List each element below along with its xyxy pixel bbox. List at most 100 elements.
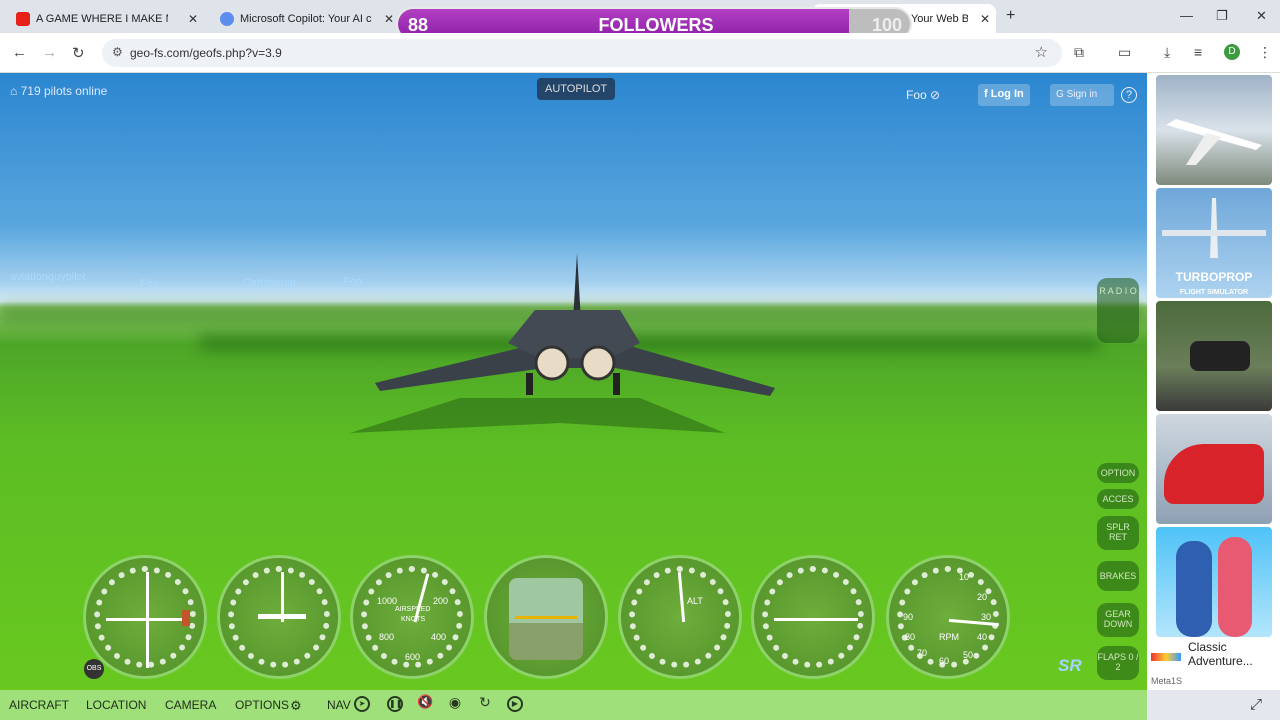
url-text: geo-fs.com/geofs.php?v=3.9	[130, 46, 282, 60]
back-icon[interactable]: ←	[12, 44, 27, 61]
tab-title: A GAME WHERE I MAKE MY	[36, 12, 168, 25]
bottom-toolbar: AIRCRAFT LOCATION CAMERA OPTIONS ⚙ NAV ➤…	[0, 690, 1147, 720]
rpm-tick: 40	[977, 632, 988, 642]
flaps-button[interactable]: FLAPS 0 / 2	[1097, 646, 1139, 680]
gear-icon[interactable]: ⚙	[290, 698, 302, 714]
ad-game-title[interactable]: Classic Adventure...	[1188, 640, 1280, 668]
close-tab-icon[interactable]: ✕	[980, 12, 990, 26]
jet-gear	[613, 373, 620, 395]
pause-icon[interactable]: ❚❚	[387, 696, 403, 712]
rpm-tick: 20	[977, 592, 988, 602]
car-image	[1190, 341, 1250, 371]
rpm-tick: 70	[917, 648, 928, 658]
home-icon[interactable]: ⌂	[10, 84, 17, 98]
foo-text: Foo	[906, 88, 927, 102]
brakes-button[interactable]: BRAKES	[1097, 561, 1139, 591]
compass-marker	[182, 610, 190, 626]
copilot-icon	[220, 11, 234, 26]
attitude-horizon	[509, 578, 583, 660]
compass-icon[interactable]: ➤	[354, 696, 370, 712]
heading-wing	[258, 614, 306, 619]
help-icon[interactable]: ?	[1121, 87, 1137, 103]
obs-button[interactable]: OBS	[84, 659, 104, 679]
login-label: Log In	[990, 88, 1024, 100]
site-info-icon[interactable]: ⚙	[112, 45, 123, 59]
character-image	[1218, 537, 1252, 637]
no-icon[interactable]: ⊘	[930, 88, 940, 102]
ad-train-game[interactable]	[1156, 414, 1272, 524]
ad-airliner[interactable]	[1156, 75, 1272, 185]
player-tag: Oshimenin	[243, 277, 296, 289]
menu-icon[interactable]: ⋮	[1258, 44, 1272, 61]
download-icon[interactable]: ⤓	[1164, 44, 1170, 61]
radio-button[interactable]: R A D I O	[1097, 278, 1139, 343]
tab-copilot[interactable]: Microsoft Copilot: Your AI com ✕	[204, 4, 400, 33]
refresh-icon[interactable]: ↻	[477, 695, 493, 712]
eye-icon[interactable]: ◉	[447, 695, 463, 712]
address-bar: ← → ↻ ⚙ geo-fs.com/geofs.php?v=3.9 ☆ ⧉ ▭…	[0, 33, 1280, 73]
google-signin-button[interactable]: G Sign in	[1050, 84, 1114, 106]
media-icon[interactable]: ≡	[1194, 44, 1202, 60]
turboprop-title: TURBOPROP	[1175, 270, 1253, 284]
rpm-label: RPM	[939, 632, 959, 642]
camera-button[interactable]: CAMERA	[165, 698, 216, 712]
rpm-tick: 10	[959, 572, 970, 582]
minimize-button[interactable]: —	[1180, 8, 1193, 23]
heading-gauge	[217, 555, 341, 679]
ad-turboprop[interactable]: TURBOPROP FLIGHT SIMULATOR	[1156, 188, 1272, 298]
sponsor-logo	[1151, 653, 1181, 661]
gear-button[interactable]: GEAR DOWN	[1097, 603, 1139, 637]
nav-button[interactable]: NAV	[327, 698, 351, 712]
expand-icon[interactable]: ⤢	[1250, 696, 1262, 713]
bookmark-star-icon[interactable]: ☆	[1035, 43, 1048, 61]
airspeed-tick: 400	[431, 632, 447, 642]
turboprop-image	[1162, 198, 1266, 258]
attitude-reference	[515, 616, 577, 619]
aircraft-button[interactable]: AIRCRAFT	[9, 698, 69, 712]
rpm-tick: 60	[939, 656, 950, 666]
maximize-button[interactable]: ❐	[1216, 8, 1228, 24]
rpm-tick: 50	[963, 650, 974, 660]
new-tab-button[interactable]: +	[1006, 7, 1015, 25]
gauge-ticks	[762, 566, 864, 668]
tab-title: Microsoft Copilot: Your AI com	[240, 12, 372, 25]
acces-button[interactable]: ACCES	[1097, 489, 1139, 509]
flight-scene[interactable]: ⌂ 719 pilots online AUTOPILOT Foo ⊘ f Lo…	[0, 73, 1147, 690]
ad-car-game[interactable]	[1156, 301, 1272, 411]
forward-icon[interactable]: →	[42, 44, 57, 61]
airspeed-label: AIRSPEED	[395, 606, 431, 613]
rpm-tick: 30	[981, 612, 992, 622]
airspeed-tick: 200	[433, 596, 449, 606]
jet-shadow	[350, 398, 725, 433]
close-window-button[interactable]: ✕	[1256, 8, 1267, 24]
jet-aircraft	[350, 253, 775, 433]
option-button[interactable]: OPTION	[1097, 463, 1139, 483]
vsi-needle	[774, 618, 858, 621]
facebook-login-button[interactable]: f Log In	[978, 84, 1030, 106]
options-button[interactable]: OPTIONS	[235, 698, 289, 712]
autopilot-button[interactable]: AUTOPILOT	[537, 78, 616, 100]
attitude-gauge	[484, 555, 608, 679]
url-field[interactable]: ⚙ geo-fs.com/geofs.php?v=3.9 ☆	[102, 39, 1062, 67]
foo-label: Foo ⊘	[906, 88, 940, 102]
profile-avatar[interactable]: D	[1224, 44, 1240, 60]
extensions-icon[interactable]: ⧉	[1074, 44, 1084, 61]
location-button[interactable]: LOCATION	[86, 698, 146, 712]
vsi-gauge	[751, 555, 875, 679]
close-tab-icon[interactable]: ✕	[188, 12, 198, 26]
tab-youtube[interactable]: A GAME WHERE I MAKE MY ✕	[0, 4, 204, 33]
reload-icon[interactable]: ↻	[72, 44, 85, 62]
airspeed-tick: 600	[405, 652, 421, 662]
gauge-ticks	[94, 566, 196, 668]
youtube-icon	[16, 11, 30, 26]
train-image	[1164, 444, 1264, 504]
mute-icon[interactable]: 🔇	[417, 695, 433, 712]
close-tab-icon[interactable]: ✕	[384, 12, 394, 26]
ad-adventure-game[interactable]	[1156, 527, 1272, 637]
cast-icon[interactable]: ▭	[1118, 44, 1131, 61]
jet-engine	[534, 345, 570, 381]
player-tag: Foo	[140, 278, 159, 290]
spoiler-button[interactable]: SPLR RET	[1097, 516, 1139, 550]
facebook-icon: f	[984, 88, 988, 100]
play-icon[interactable]: ▶	[507, 696, 523, 712]
